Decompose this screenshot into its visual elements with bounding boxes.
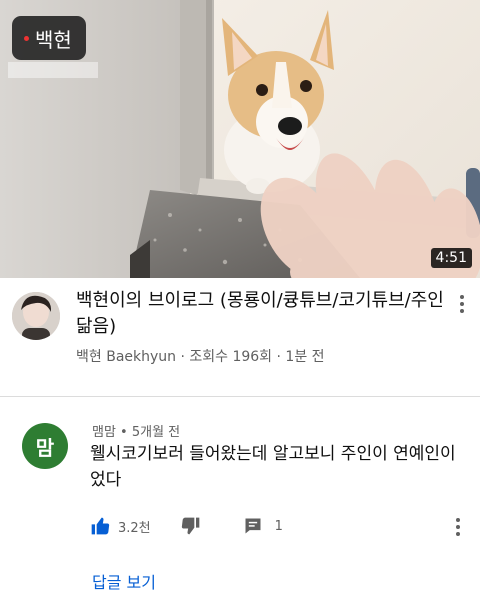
video-meta: 백현 Baekhyun · 조회수 196회 · 1분 전 bbox=[76, 349, 325, 365]
video-more-icon[interactable] bbox=[452, 292, 472, 316]
comment-author-time: 맴맘 • 5개월 전 bbox=[92, 425, 181, 440]
reply-button[interactable]: 1 bbox=[243, 516, 283, 536]
video-duration: 4:51 bbox=[430, 248, 472, 268]
like-button[interactable]: 3.2천 bbox=[90, 516, 181, 536]
like-count: 3.2천 bbox=[118, 520, 151, 536]
comment-item: 맘 맴맘 • 5개월 전 웰시코기보러 들어왔는데 알고보니 주인이 연예인이었… bbox=[0, 397, 480, 596]
comment-text: 웰시코기보러 들어왔는데 알고보니 주인이 연예인이었다 bbox=[90, 444, 456, 490]
reply-count: 1 bbox=[274, 518, 283, 534]
thumbs-up-icon bbox=[91, 517, 110, 535]
record-dot-icon bbox=[24, 35, 29, 41]
comment-actions: 3.2천 1 bbox=[90, 515, 283, 537]
view-replies-link[interactable]: 답글 보기 bbox=[92, 569, 156, 593]
commenter-avatar[interactable]: 맘 bbox=[22, 423, 68, 469]
thumbs-down-icon bbox=[181, 517, 199, 535]
video-info: 백현이의 브이로그 (몽룡이/큥튜브/코기튜브/주인닮음) 백현 Baekhyu… bbox=[0, 278, 480, 396]
video-title[interactable]: 백현이의 브이로그 (몽룡이/큥튜브/코기튜브/주인닮음) bbox=[76, 288, 446, 340]
thumbnail-channel-tag: 백현 bbox=[12, 16, 86, 60]
blurred-caption bbox=[8, 62, 98, 78]
dislike-button[interactable] bbox=[181, 516, 201, 536]
video-thumbnail[interactable]: 백현 4:51 bbox=[0, 0, 480, 278]
channel-avatar[interactable] bbox=[12, 292, 60, 340]
comment-more-icon[interactable] bbox=[448, 515, 468, 539]
thumbnail-channel-name: 백현 bbox=[35, 27, 72, 52]
comment-icon bbox=[245, 518, 261, 534]
